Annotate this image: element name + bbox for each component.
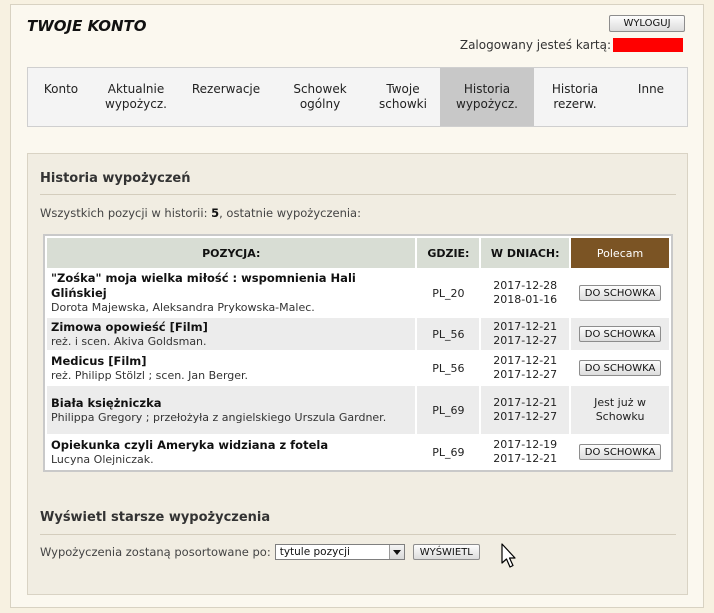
date-from: 2017-12-21 [493, 320, 558, 333]
action-cell: DO SCHOWKA [569, 434, 671, 470]
divider [40, 194, 676, 195]
action-cell: DO SCHOWKA [569, 316, 671, 352]
date-to: 2017-12-21 [493, 452, 558, 465]
position-cell: Medicus [Film] reż. Philipp Stölzl ; sce… [44, 350, 418, 386]
date-to: 2017-12-27 [493, 368, 558, 381]
sort-row: Wypożyczenia zostaną posortowane po: tyt… [40, 544, 480, 560]
add-to-box-button[interactable]: DO SCHOWKA [578, 326, 662, 342]
item-title: Biała księżniczka [51, 395, 162, 410]
date-to: 2017-12-27 [493, 334, 558, 347]
item-author: Dorota Majewska, Aleksandra Prykowska-Ma… [51, 301, 315, 314]
date-to: 2017-12-27 [493, 410, 558, 423]
tab-rezerwacje[interactable]: Rezerwacje [178, 68, 274, 126]
tab-schowek-ogolny[interactable]: Schowek ogólny [274, 68, 366, 126]
add-to-box-button[interactable]: DO SCHOWKA [578, 285, 662, 301]
date-to: 2018-01-16 [493, 293, 558, 306]
item-author: Philippa Gregory ; przełożyła z angielsk… [51, 410, 387, 424]
show-older-button[interactable]: WYŚWIETL [412, 544, 480, 560]
sort-selected-value: tytule pozycji [279, 546, 350, 558]
item-title: "Zośka" moja wielka miłość : wspomnienia… [51, 271, 356, 300]
history-panel: Historia wypożyczeń Wszystkich pozycji w… [27, 153, 688, 595]
sort-label: Wypożyczenia zostaną posortowane po: [40, 545, 271, 559]
position-cell: "Zośka" moja wielka miłość : wspomnienia… [44, 268, 418, 318]
action-cell: DO SCHOWKA [569, 268, 671, 318]
column-header-days: W DNIACH: [479, 236, 572, 270]
where-cell: PL_56 [415, 350, 482, 386]
chevron-down-icon[interactable] [388, 545, 404, 559]
add-to-box-button[interactable]: DO SCHOWKA [578, 444, 662, 460]
item-title: Medicus [Film] [51, 353, 147, 368]
logout-button[interactable]: WYLOGUJ [609, 15, 685, 32]
where-cell: PL_20 [415, 268, 482, 318]
action-cell: DO SCHOWKA [569, 350, 671, 386]
position-cell: Opiekunka czyli Ameryka widziana z fotel… [44, 434, 418, 470]
where-cell: PL_69 [415, 384, 482, 436]
dates-cell: 2017-12-19 2017-12-21 [479, 434, 572, 470]
tab-historia-wypozycz[interactable]: Historia wypożycz. [440, 68, 534, 126]
tab-inne[interactable]: Inne [616, 68, 686, 126]
account-frame: TWOJE KONTO WYLOGUJ Zalogowany jesteś ka… [10, 4, 704, 608]
item-title: Zimowa opowieść [Film] [51, 319, 208, 334]
page-title: TWOJE KONTO [27, 17, 147, 35]
column-header-position: POZYCJA: [44, 236, 418, 270]
history-section-title: Historia wypożyczeń [40, 171, 191, 186]
position-cell: Zimowa opowieść [Film] reż. i scen. Akiv… [44, 316, 418, 352]
history-summary: Wszystkich pozycji w historii: 5, ostatn… [40, 206, 361, 220]
history-table: POZYCJA: GDZIE: W DNIACH: Polecam "Zośka… [43, 234, 673, 472]
older-section-title: Wyświetl starsze wypożyczenia [40, 510, 271, 525]
divider [40, 534, 676, 535]
where-cell: PL_69 [415, 434, 482, 470]
date-from: 2017-12-19 [493, 438, 558, 451]
sort-select[interactable]: tytule pozycji [274, 544, 405, 560]
summary-prefix: Wszystkich pozycji w historii: [40, 206, 212, 220]
tab-twoje-schowki[interactable]: Twoje schowki [366, 68, 440, 126]
tab-aktualnie-wypozycz[interactable]: Aktualnie wypożycz. [94, 68, 178, 126]
where-cell: PL_56 [415, 316, 482, 352]
card-number-mask [613, 38, 683, 52]
table-row: Opiekunka czyli Ameryka widziana z fotel… [44, 434, 671, 470]
dates-cell: 2017-12-28 2018-01-16 [479, 268, 572, 318]
table-row: Medicus [Film] reż. Philipp Stölzl ; sce… [44, 350, 671, 386]
dates-cell: 2017-12-21 2017-12-27 [479, 316, 572, 352]
summary-suffix: , ostatnie wypożyczenia: [219, 206, 361, 220]
table-row: Biała księżniczka Philippa Gregory ; prz… [44, 384, 671, 436]
action-cell: Jest już w Schowku [569, 384, 671, 436]
date-from: 2017-12-28 [493, 279, 558, 292]
dates-cell: 2017-12-21 2017-12-27 [479, 350, 572, 386]
account-nav: Konto Aktualnie wypożycz. Rezerwacje Sch… [27, 67, 688, 127]
table-row: Zimowa opowieść [Film] reż. i scen. Akiv… [44, 316, 671, 352]
table-row: "Zośka" moja wielka miłość : wspomnienia… [44, 268, 671, 318]
item-author: Lucyna Olejniczak. [51, 452, 154, 466]
item-author: reż. Philipp Stölzl ; scen. Jan Berger. [51, 368, 249, 382]
already-in-box-note: Jest już w Schowku [594, 396, 646, 423]
position-cell: Biała księżniczka Philippa Gregory ; prz… [44, 384, 418, 436]
summary-count: 5 [211, 206, 220, 220]
column-header-recommend: Polecam [569, 236, 671, 270]
dates-cell: 2017-12-21 2017-12-27 [479, 384, 572, 436]
date-from: 2017-12-21 [493, 396, 558, 409]
tab-konto[interactable]: Konto [28, 68, 94, 126]
item-author: reż. i scen. Akiva Goldsman. [51, 334, 207, 348]
add-to-box-button[interactable]: DO SCHOWKA [578, 360, 662, 376]
logged-in-label: Zalogowany jesteś kartą: [459, 38, 611, 52]
mouse-pointer-icon [501, 543, 516, 568]
tab-historia-rezerw[interactable]: Historia rezerw. [534, 68, 616, 126]
column-header-where: GDZIE: [415, 236, 482, 270]
date-from: 2017-12-21 [493, 354, 558, 367]
item-title: Opiekunka czyli Ameryka widziana z fotel… [51, 437, 329, 452]
logged-in-info: Zalogowany jesteś kartą: [460, 38, 683, 52]
